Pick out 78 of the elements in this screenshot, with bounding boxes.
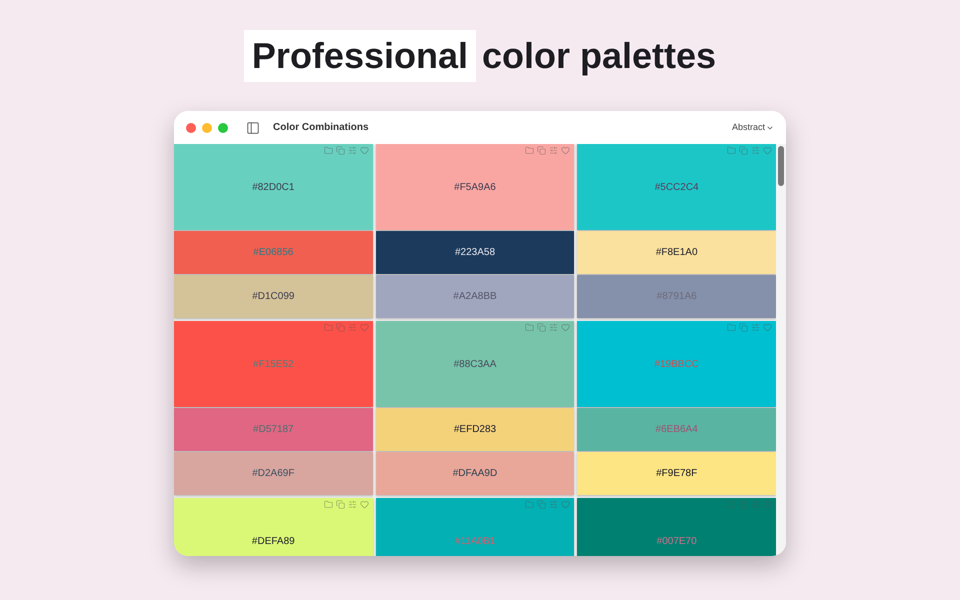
sliders-icon[interactable] bbox=[751, 500, 760, 509]
folder-icon[interactable] bbox=[324, 323, 333, 332]
heart-icon[interactable] bbox=[763, 323, 772, 332]
hex-code: #D2A69F bbox=[252, 467, 294, 481]
sliders-icon[interactable] bbox=[348, 500, 357, 509]
sliders-icon[interactable] bbox=[751, 146, 760, 155]
hex-code: #D57187 bbox=[253, 423, 294, 437]
copy-icon[interactable] bbox=[739, 323, 748, 332]
sliders-icon[interactable] bbox=[348, 323, 357, 332]
copy-icon[interactable] bbox=[336, 323, 345, 332]
window-title: Color Combinations bbox=[273, 121, 369, 135]
sidebar-toggle-icon[interactable] bbox=[246, 120, 260, 134]
folder-icon[interactable] bbox=[324, 500, 333, 509]
copy-icon[interactable] bbox=[739, 500, 748, 509]
folder-icon[interactable] bbox=[525, 323, 534, 332]
color-swatch[interactable]: #D2A69F bbox=[174, 452, 373, 495]
category-dropdown[interactable]: Abstract bbox=[732, 120, 774, 134]
color-swatch[interactable]: #A2A8BB bbox=[376, 275, 574, 318]
folder-icon[interactable] bbox=[525, 146, 534, 155]
heart-icon[interactable] bbox=[561, 500, 570, 509]
color-swatch[interactable]: #F8E1A0 bbox=[577, 231, 776, 274]
color-swatch[interactable]: #F5A9A6 bbox=[376, 144, 574, 230]
sliders-icon[interactable] bbox=[549, 323, 558, 332]
color-swatch[interactable]: #EFD283 bbox=[376, 408, 574, 451]
folder-icon[interactable] bbox=[727, 146, 736, 155]
copy-icon[interactable] bbox=[537, 500, 546, 509]
hex-code: #D1C099 bbox=[252, 290, 294, 304]
headline-text: Professional bbox=[244, 30, 476, 82]
heart-icon[interactable] bbox=[360, 323, 369, 332]
color-swatch[interactable]: #5CC2C4 bbox=[577, 144, 776, 230]
color-swatch[interactable]: #88C3AA bbox=[376, 321, 574, 407]
heart-icon[interactable] bbox=[763, 500, 772, 509]
copy-icon[interactable] bbox=[336, 146, 345, 155]
headline-text: color palettes bbox=[482, 34, 716, 78]
copy-icon[interactable] bbox=[537, 323, 546, 332]
hex-code: #A2A8BB bbox=[453, 290, 497, 304]
folder-icon[interactable] bbox=[727, 323, 736, 332]
hex-code: #19BBCC bbox=[654, 358, 699, 372]
folder-icon[interactable] bbox=[525, 500, 534, 509]
hex-code: #F8E1A0 bbox=[656, 246, 698, 260]
hex-code: #F5A9A6 bbox=[454, 180, 496, 194]
heart-icon[interactable] bbox=[763, 146, 772, 155]
hex-code: #6EB6A4 bbox=[656, 423, 698, 437]
hex-code: #007E70 bbox=[656, 534, 697, 548]
folder-icon[interactable] bbox=[727, 500, 736, 509]
heart-icon[interactable] bbox=[561, 323, 570, 332]
copy-icon[interactable] bbox=[336, 500, 345, 509]
color-swatch[interactable]: #82D0C1 bbox=[174, 144, 373, 230]
color-swatch[interactable]: #F9E78F bbox=[577, 452, 776, 495]
hex-code: #5CC2C4 bbox=[654, 180, 699, 194]
folder-icon[interactable] bbox=[324, 146, 333, 155]
color-swatch[interactable]: #DFAA9D bbox=[376, 452, 574, 495]
zoom-button[interactable] bbox=[218, 122, 228, 132]
hex-code: #223A58 bbox=[454, 246, 496, 260]
hex-code: #F15E52 bbox=[253, 358, 294, 372]
hex-code: #F9E78F bbox=[656, 467, 698, 481]
heart-icon[interactable] bbox=[561, 146, 570, 155]
copy-icon[interactable] bbox=[537, 146, 546, 155]
heart-icon[interactable] bbox=[360, 500, 369, 509]
hex-code: #E06856 bbox=[253, 246, 294, 260]
color-swatch[interactable]: #DEFA89 bbox=[174, 498, 373, 556]
sliders-icon[interactable] bbox=[751, 323, 760, 332]
hex-code: #88C3AA bbox=[454, 358, 496, 372]
hex-code: #EFD283 bbox=[454, 423, 496, 437]
hex-code: #DEFA89 bbox=[252, 534, 295, 548]
minimize-button[interactable] bbox=[202, 122, 212, 132]
hex-code: #DFAA9D bbox=[452, 467, 498, 481]
heart-icon[interactable] bbox=[360, 146, 369, 155]
color-swatch[interactable]: #223A58 bbox=[376, 231, 574, 274]
sliders-icon[interactable] bbox=[549, 500, 558, 509]
sliders-icon[interactable] bbox=[348, 146, 357, 155]
hex-code: #82D0C1 bbox=[252, 180, 294, 194]
copy-icon[interactable] bbox=[739, 146, 748, 155]
scrollbar-thumb[interactable] bbox=[778, 146, 784, 186]
sliders-icon[interactable] bbox=[549, 146, 558, 155]
color-swatch[interactable]: #D1C099 bbox=[174, 275, 373, 318]
hex-code: #11A0B1 bbox=[454, 534, 496, 548]
close-button[interactable] bbox=[186, 122, 196, 132]
